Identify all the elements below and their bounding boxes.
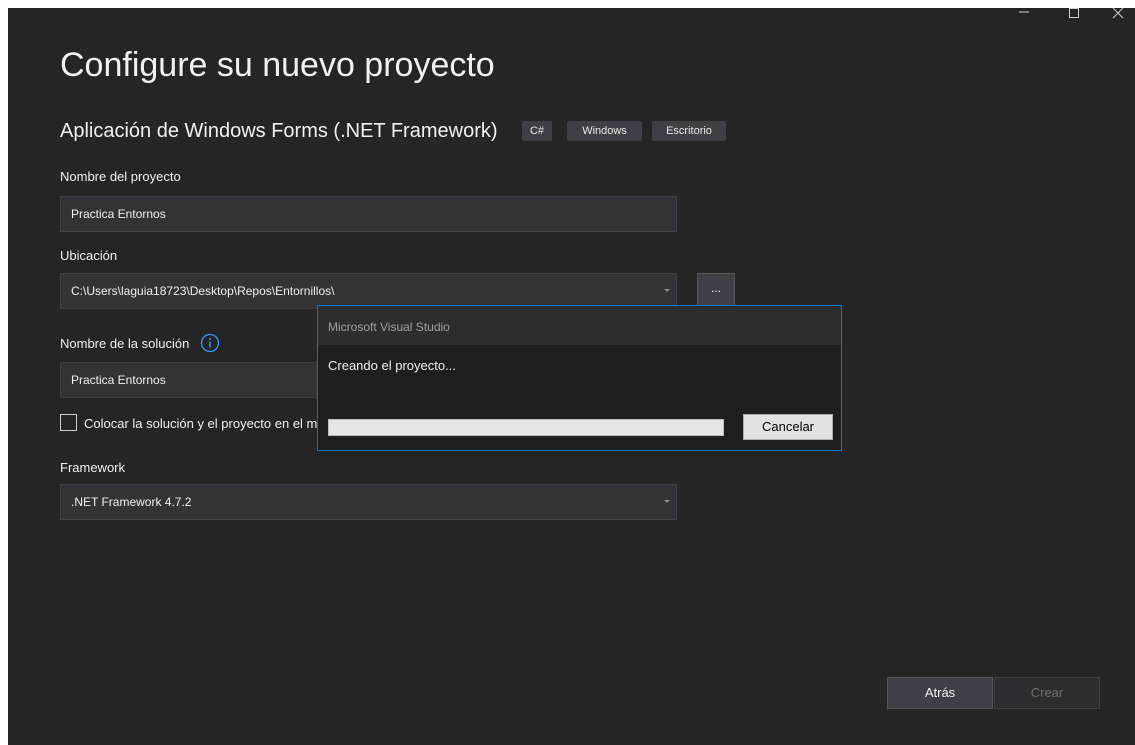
maximize-button[interactable] bbox=[1054, 8, 1094, 24]
location-value: C:\Users\laguia18723\Desktop\Repos\Entor… bbox=[71, 284, 335, 298]
tag-language: C# bbox=[522, 121, 552, 141]
same-directory-label[interactable]: Colocar la solución y el proyecto en el … bbox=[84, 416, 317, 431]
dialog-message: Creando el proyecto... bbox=[328, 358, 456, 373]
template-name: Aplicación de Windows Forms (.NET Framew… bbox=[60, 120, 498, 142]
same-directory-checkbox[interactable] bbox=[60, 414, 77, 431]
dropdown-caret-icon bbox=[664, 500, 670, 503]
back-button[interactable]: Atrás bbox=[887, 677, 993, 709]
tag-platform: Windows bbox=[567, 121, 642, 141]
dropdown-caret-icon bbox=[664, 289, 670, 292]
create-button[interactable]: Crear bbox=[994, 677, 1100, 709]
framework-value: .NET Framework 4.7.2 bbox=[71, 495, 192, 509]
browse-location-button[interactable]: ... bbox=[697, 273, 735, 307]
close-icon bbox=[1112, 8, 1124, 19]
framework-select[interactable]: .NET Framework 4.7.2 bbox=[60, 484, 677, 520]
close-button[interactable] bbox=[1098, 8, 1135, 24]
location-combobox[interactable]: C:\Users\laguia18723\Desktop\Repos\Entor… bbox=[60, 273, 677, 309]
progress-dialog: Microsoft Visual Studio Creando el proye… bbox=[317, 305, 842, 451]
progress-bar bbox=[328, 419, 724, 436]
cancel-button[interactable]: Cancelar bbox=[743, 414, 833, 440]
minimize-button[interactable] bbox=[1004, 8, 1044, 24]
solution-name-label: Nombre de la solución bbox=[60, 336, 190, 351]
project-name-value: Practica Entornos bbox=[71, 207, 166, 221]
project-name-input[interactable]: Practica Entornos bbox=[60, 196, 677, 232]
minimize-icon bbox=[1019, 11, 1029, 13]
solution-name-value: Practica Entornos bbox=[71, 373, 166, 387]
configure-project-window: Configure su nuevo proyecto Aplicación d… bbox=[8, 8, 1135, 745]
info-icon[interactable] bbox=[200, 333, 220, 353]
dialog-title: Microsoft Visual Studio bbox=[318, 306, 841, 345]
project-name-label: Nombre del proyecto bbox=[60, 169, 181, 184]
page-title: Configure su nuevo proyecto bbox=[60, 46, 495, 84]
tag-project-type: Escritorio bbox=[652, 121, 726, 141]
maximize-icon bbox=[1069, 8, 1079, 18]
framework-label: Framework bbox=[60, 460, 126, 475]
location-label: Ubicación bbox=[60, 248, 118, 263]
